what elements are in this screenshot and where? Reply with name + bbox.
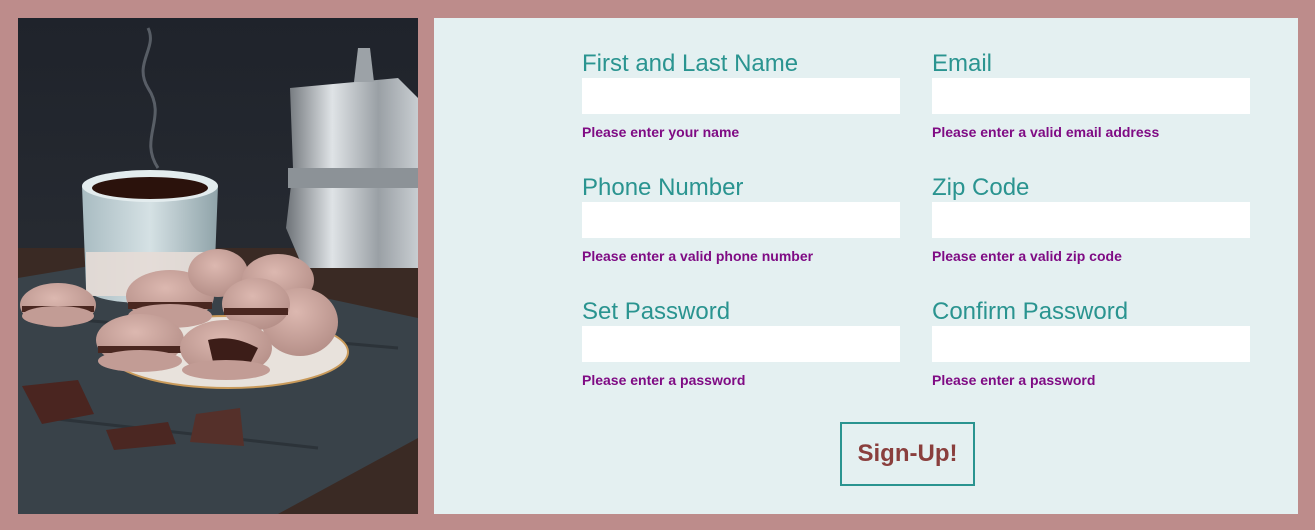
zip-label: Zip Code <box>932 174 1030 201</box>
zip-field-group: Zip Code Please enter a valid zip code <box>932 174 1250 264</box>
password-label: Set Password <box>582 298 731 325</box>
email-input[interactable] <box>932 78 1250 114</box>
zip-error: Please enter a valid zip code <box>932 248 1122 264</box>
email-error: Please enter a valid email address <box>932 124 1160 140</box>
phone-input[interactable] <box>582 202 900 238</box>
password-input[interactable] <box>582 326 900 362</box>
signup-form: First and Last Name Please enter your na… <box>434 18 1298 514</box>
zip-input[interactable] <box>932 202 1250 238</box>
name-input[interactable] <box>582 78 900 114</box>
name-label: First and Last Name <box>582 50 799 77</box>
signup-button[interactable]: Sign-Up! <box>840 422 975 486</box>
phone-label: Phone Number <box>582 174 744 201</box>
name-error: Please enter your name <box>582 124 740 140</box>
password-field-group: Set Password Please enter a password <box>582 298 900 388</box>
hero-photo <box>18 18 418 514</box>
name-field-group: First and Last Name Please enter your na… <box>582 50 900 140</box>
confirm-password-input[interactable] <box>932 326 1250 362</box>
coffee-macarons-image <box>18 18 418 514</box>
confirm-password-error: Please enter a password <box>932 372 1096 388</box>
password-error: Please enter a password <box>582 372 746 388</box>
phone-field-group: Phone Number Please enter a valid phone … <box>582 174 900 264</box>
confirm-password-field-group: Confirm Password Please enter a password <box>932 298 1250 388</box>
email-field-group: Email Please enter a valid email address <box>932 50 1250 140</box>
phone-error: Please enter a valid phone number <box>582 248 814 264</box>
confirm-password-label: Confirm Password <box>932 298 1129 325</box>
email-label: Email <box>932 50 993 77</box>
